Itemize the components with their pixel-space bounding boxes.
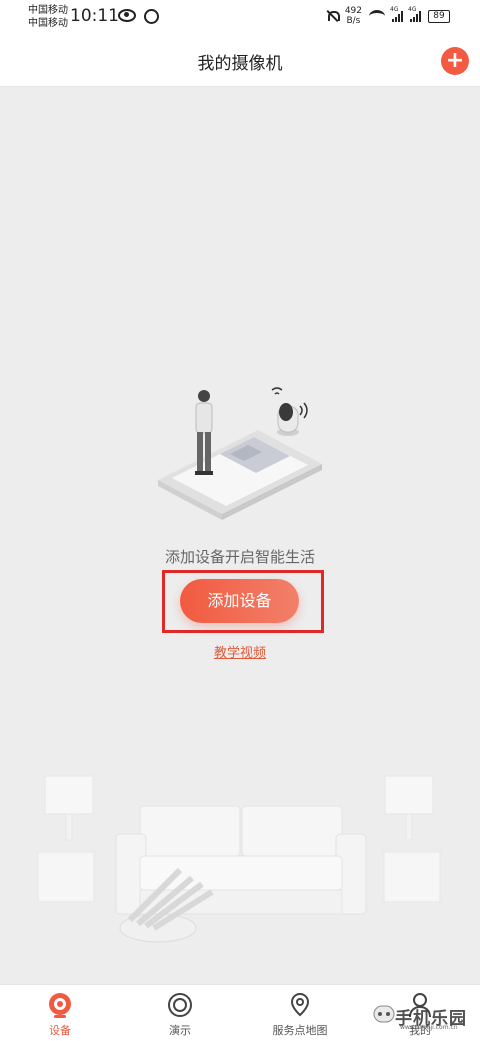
signal-icon: 4G: [390, 6, 403, 22]
page-title: 我的摄像机: [197, 54, 283, 74]
lamp-right: [383, 775, 441, 903]
plus-icon: +: [445, 48, 465, 73]
app-header: 我的摄像机: [0, 36, 480, 87]
room-background-illustration: [37, 775, 441, 943]
net-speed: 492 B/s: [344, 6, 362, 26]
tab-devices[interactable]: 设备: [20, 985, 100, 1041]
camera-illustration: [271, 387, 308, 436]
carrier-1: 中国移动: [28, 5, 68, 16]
camera-icon: [49, 993, 71, 1018]
carrier-2: 中国移动: [28, 18, 68, 29]
tutorial-video-link[interactable]: 教学视频: [214, 646, 266, 661]
alarm-icon: [144, 9, 159, 24]
lens-icon: [168, 993, 192, 1017]
map-pin-icon: [290, 992, 310, 1017]
empty-state-prompt: 添加设备开启智能生活: [164, 548, 315, 566]
carrier-labels: 中国移动 中国移动: [28, 4, 68, 30]
bell-muted-icon: [326, 10, 340, 22]
tab-service-map[interactable]: 服务点地图: [260, 985, 340, 1041]
signal-icon-2: 4G: [408, 6, 421, 22]
empty-state-illustration: [158, 387, 322, 520]
tab-label-devices: 设备: [49, 1024, 71, 1037]
tab-label-demo: 演示: [169, 1024, 191, 1037]
eye-icon: [118, 9, 136, 22]
tab-label-service-map: 服务点地图: [272, 1024, 328, 1037]
wifi-icon: [369, 9, 385, 23]
status-time: 10:11: [70, 6, 119, 26]
add-device-button[interactable]: 添加设备: [180, 579, 299, 623]
phone-illustration: [158, 430, 322, 520]
tab-demo[interactable]: 演示: [140, 985, 220, 1041]
battery-icon: 89: [428, 9, 450, 23]
status-bar: 中国移动 中国移动 10:11 492 B/s 4G 4G 89: [0, 0, 480, 36]
watermark-subtext: www.shouji.com.cn: [400, 1024, 458, 1031]
lamp-left: [37, 775, 95, 903]
add-device-plus-button[interactable]: +: [441, 47, 469, 75]
